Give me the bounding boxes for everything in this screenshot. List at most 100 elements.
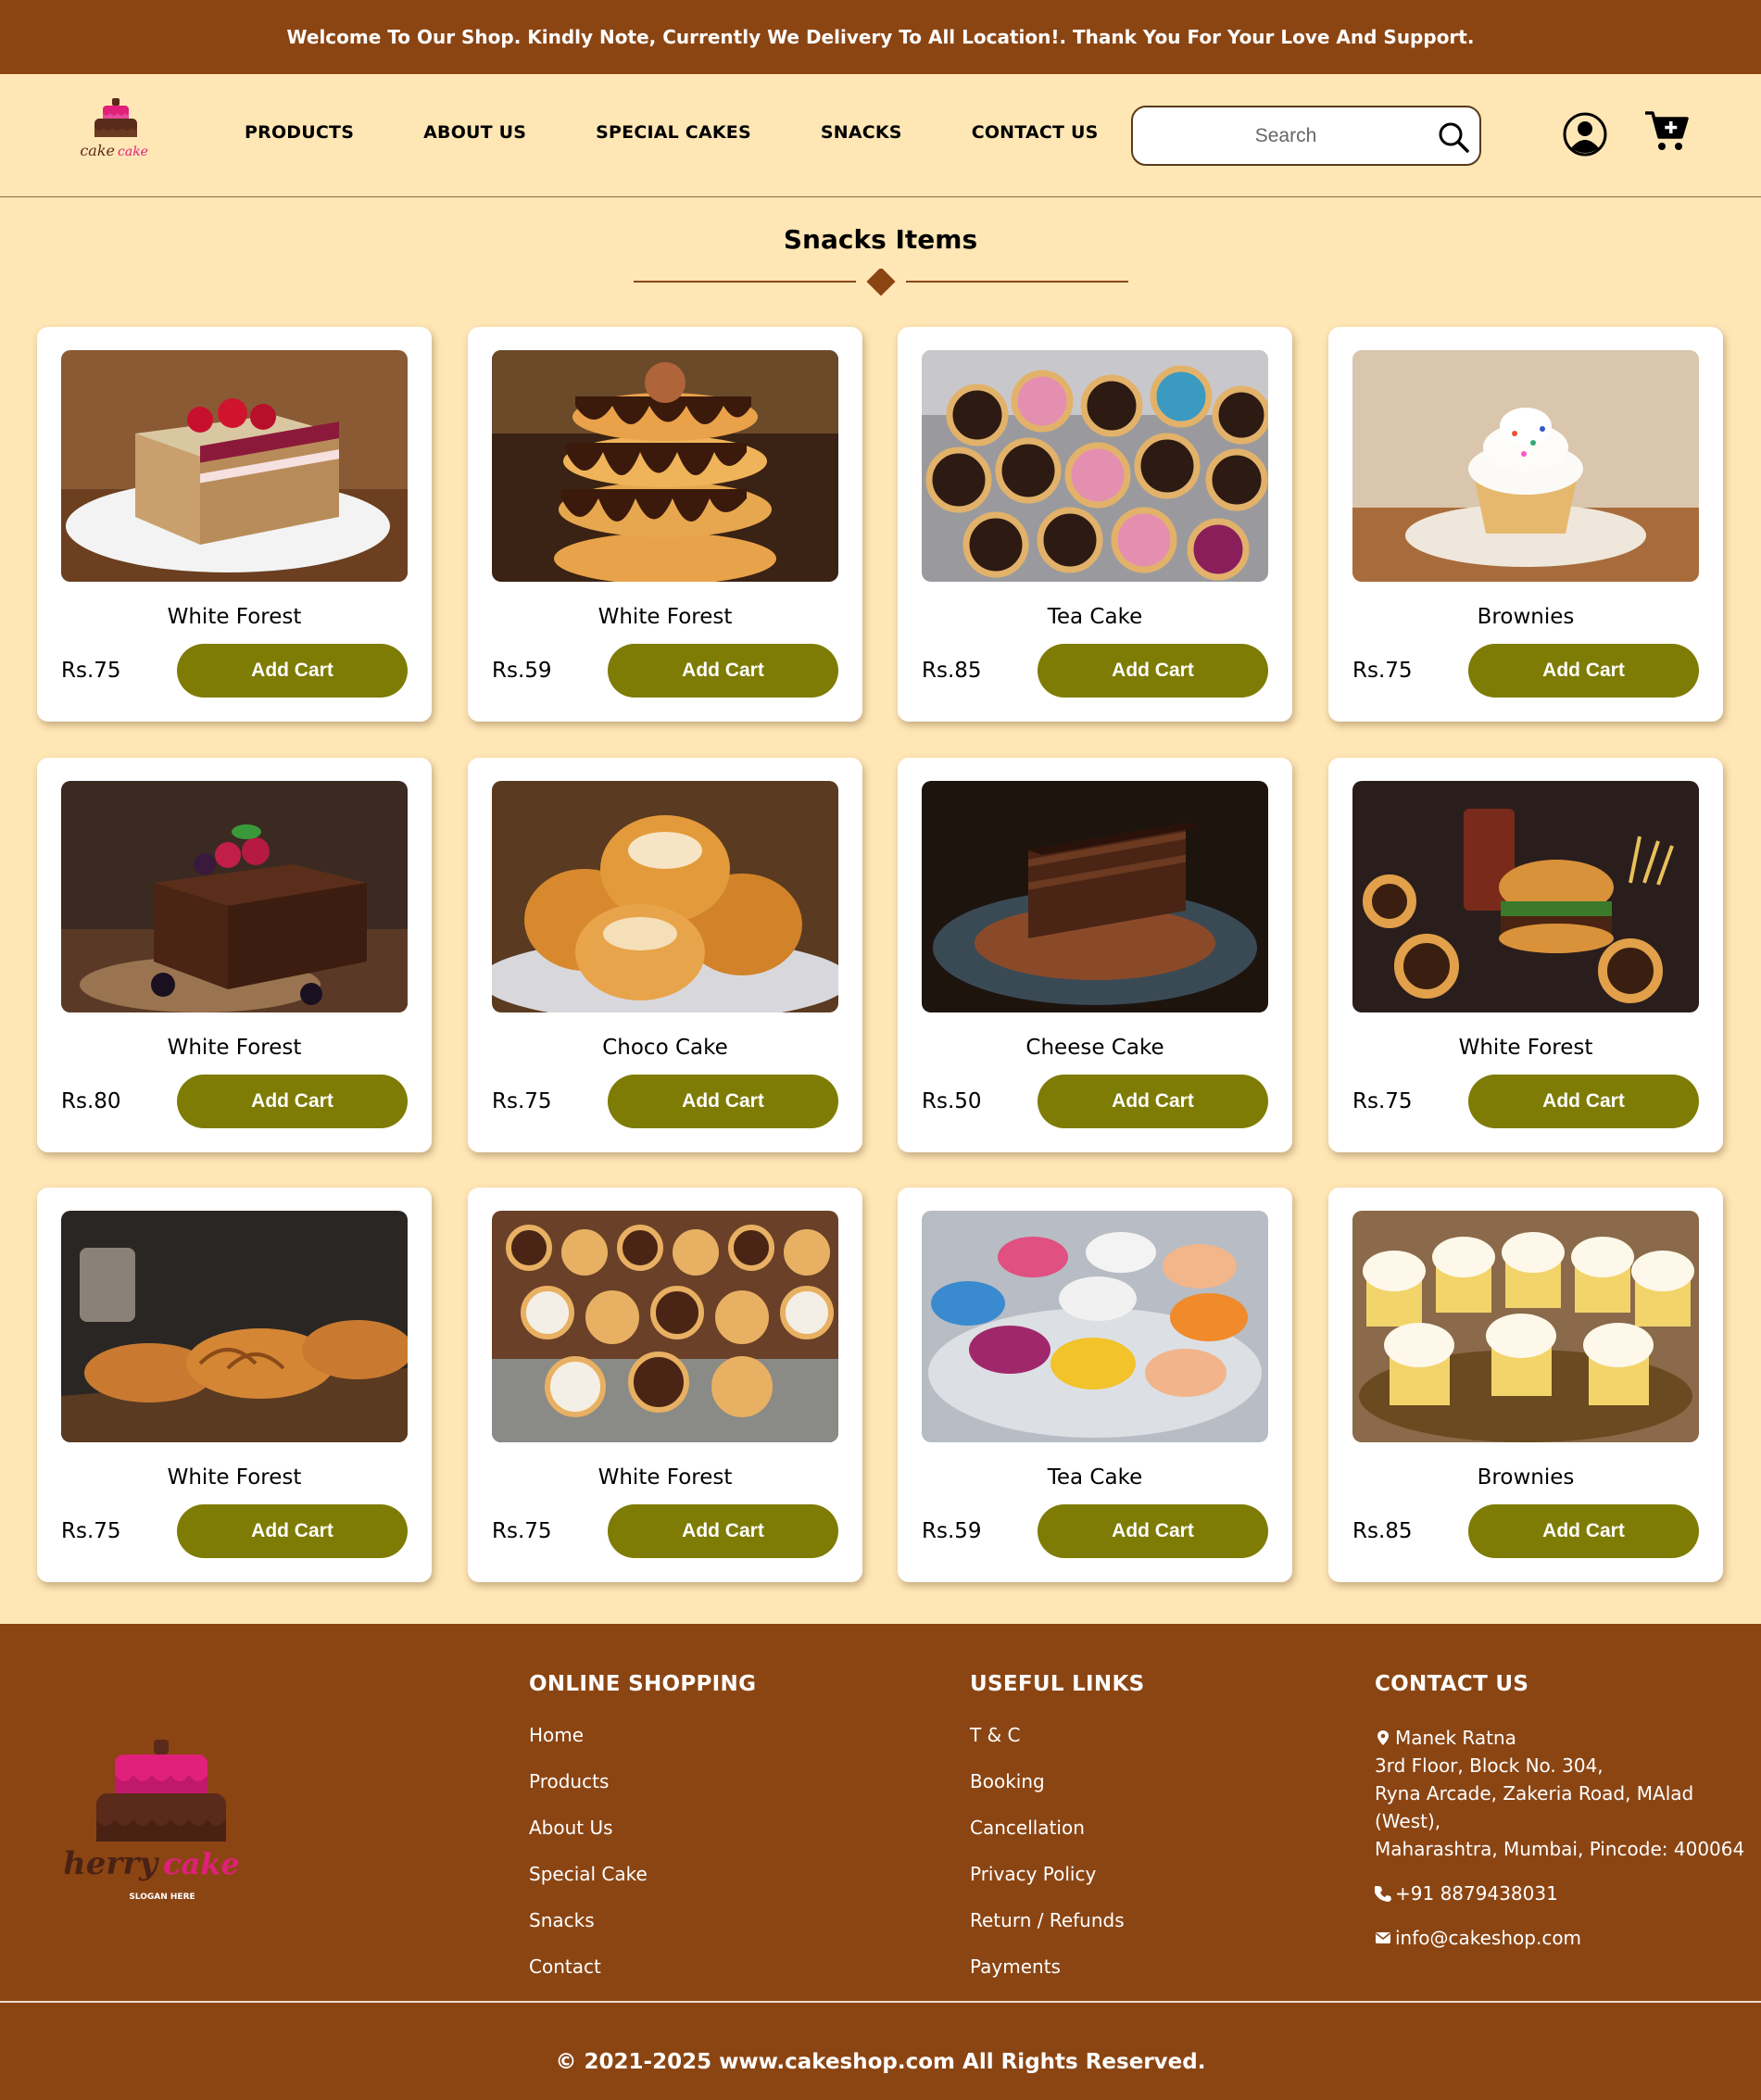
- product-card: Cheese Cake Rs.50 Add Cart: [898, 758, 1292, 1152]
- copyright-text: © 2021-2025 www.cakeshop.com All Rights …: [555, 2050, 1206, 2074]
- contact-email[interactable]: info@cakeshop.com: [1375, 1924, 1761, 1952]
- product-name: White Forest: [597, 1465, 733, 1490]
- product-card: Brownies Rs.75 Add Cart: [1328, 327, 1723, 722]
- product-image-chocolate-cake-slice[interactable]: [922, 781, 1268, 1012]
- product-image-burger-and-donuts[interactable]: [1352, 781, 1699, 1012]
- product-image-macarons[interactable]: [922, 1211, 1268, 1442]
- footer-link-terms[interactable]: T & C: [970, 1724, 1144, 1770]
- add-to-cart-button[interactable]: Add Cart: [1038, 1504, 1268, 1558]
- add-to-cart-button[interactable]: Add Cart: [608, 1075, 838, 1128]
- product-card: White Forest Rs.75 Add Cart: [37, 327, 432, 722]
- phone-number: +91 8879438031: [1395, 1882, 1558, 1905]
- product-price: Rs.59: [922, 1519, 982, 1543]
- add-to-cart-button[interactable]: Add Cart: [177, 1504, 408, 1558]
- address-line-1: Manek Ratna: [1395, 1727, 1516, 1749]
- contact-heading: CONTACT US: [1375, 1672, 1529, 1696]
- product-card: Tea Cake Rs.59 Add Cart: [898, 1188, 1292, 1582]
- product-price: Rs.85: [922, 659, 982, 683]
- product-card: Brownies Rs.85 Add Cart: [1328, 1188, 1723, 1582]
- product-price: Rs.50: [922, 1089, 982, 1113]
- add-to-cart-button[interactable]: Add Cart: [177, 644, 408, 698]
- footer-logo-wordmark-cherry: cherry: [65, 1845, 159, 1882]
- footer-link-privacy-policy[interactable]: Privacy Policy: [970, 1863, 1144, 1909]
- footer-link-about-us[interactable]: About Us: [529, 1817, 756, 1863]
- product-image-sugar-buns[interactable]: [492, 781, 838, 1012]
- footer-link-cancellation[interactable]: Cancellation: [970, 1817, 1144, 1863]
- footer-link-snacks[interactable]: Snacks: [529, 1909, 756, 1955]
- contact-column: CONTACT US Manek Ratna 3rd Floor, Block …: [1375, 1672, 1761, 1968]
- add-to-cart-button[interactable]: Add Cart: [177, 1075, 408, 1128]
- product-name: Tea Cake: [1047, 1465, 1143, 1490]
- add-to-cart-button[interactable]: Add Cart: [608, 644, 838, 698]
- footer-logo-wordmark-cake: cake: [163, 1846, 240, 1881]
- add-to-cart-button[interactable]: Add Cart: [1038, 1075, 1268, 1128]
- online-shopping-heading: ONLINE SHOPPING: [529, 1672, 757, 1696]
- product-image-assorted-cookies[interactable]: [492, 1211, 838, 1442]
- user-account-icon[interactable]: [1562, 111, 1608, 157]
- product-price: Rs.85: [1352, 1519, 1413, 1543]
- product-image-stacked-chocolate-donuts[interactable]: [492, 350, 838, 582]
- footer-link-return-refunds[interactable]: Return / Refunds: [970, 1909, 1144, 1955]
- nav-snacks[interactable]: SNACKS: [821, 122, 902, 143]
- product-price: Rs.80: [61, 1089, 121, 1113]
- product-price: Rs.75: [1352, 1089, 1413, 1113]
- product-name: Tea Cake: [1047, 605, 1143, 629]
- footer-link-contact[interactable]: Contact: [529, 1955, 756, 2002]
- contact-phone[interactable]: +91 8879438031: [1375, 1880, 1761, 1907]
- search-box: [1131, 106, 1481, 166]
- product-name: White Forest: [167, 605, 302, 629]
- product-name: White Forest: [597, 605, 733, 629]
- footer-link-booking[interactable]: Booking: [970, 1770, 1144, 1817]
- nav-special-cakes[interactable]: SPECIAL CAKES: [596, 122, 751, 143]
- product-image-layered-berry-cake[interactable]: [61, 350, 408, 582]
- add-to-cart-button[interactable]: Add Cart: [1468, 1504, 1699, 1558]
- product-name: White Forest: [167, 1465, 302, 1490]
- product-image-chocolate-berry-cake[interactable]: [61, 781, 408, 1012]
- add-to-cart-button[interactable]: Add Cart: [1468, 644, 1699, 698]
- cart-icon[interactable]: [1643, 109, 1690, 154]
- product-price: Rs.75: [61, 1519, 121, 1543]
- footer-link-home[interactable]: Home: [529, 1724, 756, 1770]
- product-image-croissants[interactable]: [61, 1211, 408, 1442]
- footer-link-special-cake[interactable]: Special Cake: [529, 1863, 756, 1909]
- address-line-3: Ryna Arcade, Zakeria Road, MAlad (West),: [1375, 1782, 1694, 1832]
- brand-logo[interactable]: cherry cake cake: [76, 96, 156, 172]
- product-name: Cheese Cake: [1025, 1036, 1164, 1060]
- announcement-text: Welcome To Our Shop. Kindly Note, Curren…: [286, 26, 1475, 48]
- map-pin-icon: [1377, 1730, 1389, 1745]
- product-card: White Forest Rs.80 Add Cart: [37, 758, 432, 1152]
- useful-links-column: USEFUL LINKS T & C Booking Cancellation …: [970, 1672, 1144, 2002]
- search-input[interactable]: [1151, 119, 1420, 154]
- nav-products[interactable]: PRODUCTS: [245, 122, 354, 143]
- address-line-4: Maharashtra, Mumbai, Pincode: 400064: [1375, 1838, 1745, 1860]
- product-price: Rs.75: [61, 659, 121, 683]
- product-name: Choco Cake: [602, 1036, 728, 1060]
- nav-contact-us[interactable]: CONTACT US: [972, 122, 1099, 143]
- add-to-cart-button[interactable]: Add Cart: [608, 1504, 838, 1558]
- footer-logo-slogan: SLOGAN HERE: [129, 1893, 195, 1902]
- footer-brand-logo[interactable]: cherry cake SLOGAN HERE: [65, 1740, 259, 1916]
- site-header: cherry cake cake PRODUCTS ABOUT US SPECI…: [0, 74, 1761, 197]
- product-image-assorted-donuts[interactable]: [922, 350, 1268, 582]
- product-card: White Forest Rs.75 Add Cart: [1328, 758, 1723, 1152]
- product-image-frosted-cupcake[interactable]: [1352, 350, 1699, 582]
- add-to-cart-button[interactable]: Add Cart: [1468, 1075, 1699, 1128]
- product-card: Choco Cake Rs.75 Add Cart: [468, 758, 862, 1152]
- product-card: Tea Cake Rs.85 Add Cart: [898, 327, 1292, 722]
- section-title: Snacks Items: [783, 224, 978, 255]
- product-price: Rs.75: [492, 1089, 552, 1113]
- footer-link-products[interactable]: Products: [529, 1770, 756, 1817]
- footer-link-payments[interactable]: Payments: [970, 1955, 1144, 2002]
- product-card: White Forest Rs.75 Add Cart: [37, 1188, 432, 1582]
- contact-address: Manek Ratna 3rd Floor, Block No. 304, Ry…: [1375, 1724, 1761, 1863]
- nav-about-us[interactable]: ABOUT US: [423, 122, 526, 143]
- product-image-vanilla-cupcakes[interactable]: [1352, 1211, 1699, 1442]
- add-to-cart-button[interactable]: Add Cart: [1038, 644, 1268, 698]
- product-card: White Forest Rs.59 Add Cart: [468, 327, 862, 722]
- product-name: Brownies: [1477, 1465, 1575, 1490]
- search-icon[interactable]: [1437, 120, 1470, 154]
- product-name: White Forest: [167, 1036, 302, 1060]
- announcement-bar: Welcome To Our Shop. Kindly Note, Curren…: [0, 0, 1761, 74]
- logo-wordmark-cake: cake: [118, 145, 148, 159]
- section-divider: [634, 269, 1128, 296]
